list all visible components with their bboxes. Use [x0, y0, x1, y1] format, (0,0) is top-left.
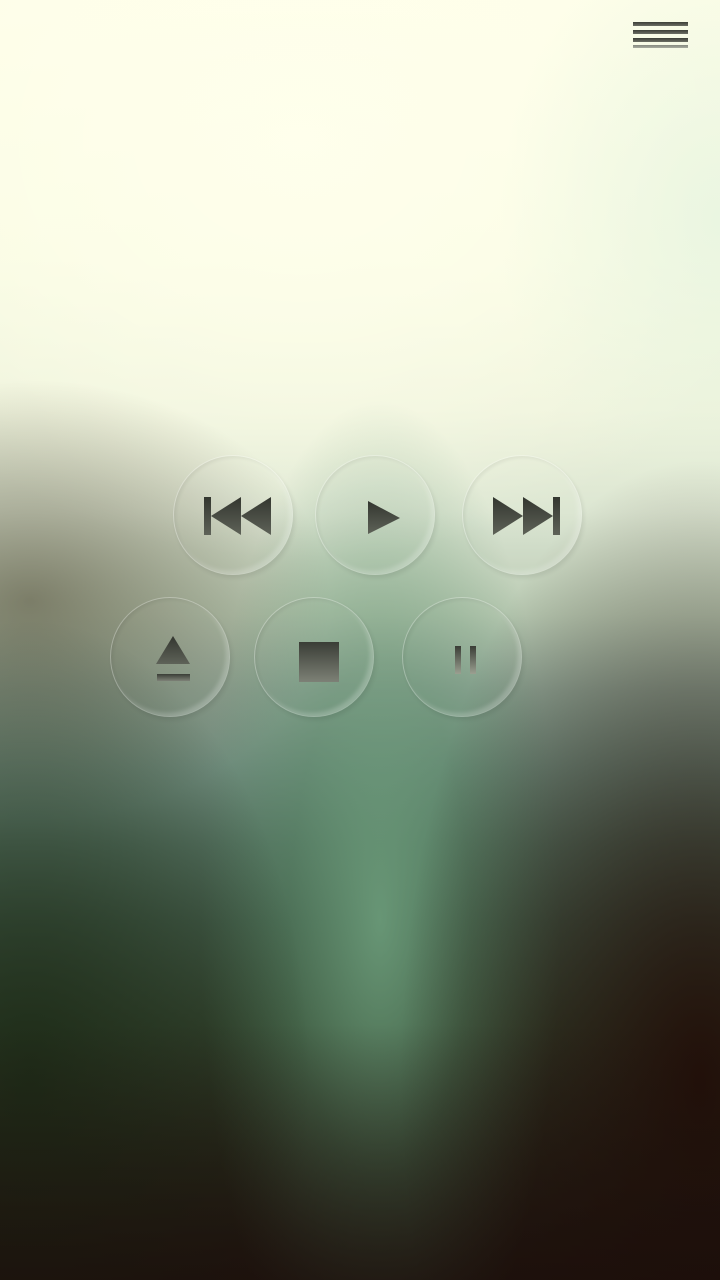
next-button[interactable]	[462, 455, 582, 575]
pause-button[interactable]	[402, 597, 522, 717]
previous-button[interactable]	[173, 455, 293, 575]
eject-button[interactable]	[110, 597, 230, 717]
play-button[interactable]	[315, 455, 435, 575]
skip-previous-icon	[204, 497, 271, 535]
hamburger-menu-icon	[633, 22, 688, 26]
menu-bar	[633, 45, 688, 48]
stop-button[interactable]	[254, 597, 374, 717]
eject-icon	[156, 636, 190, 681]
play-icon	[368, 501, 400, 534]
menu-bar	[633, 38, 688, 42]
skip-next-icon	[493, 497, 560, 535]
pause-icon	[455, 646, 476, 674]
menu-button[interactable]	[630, 18, 690, 52]
menu-bar	[633, 30, 688, 34]
player-screen	[0, 0, 720, 1280]
stop-icon	[299, 642, 339, 682]
